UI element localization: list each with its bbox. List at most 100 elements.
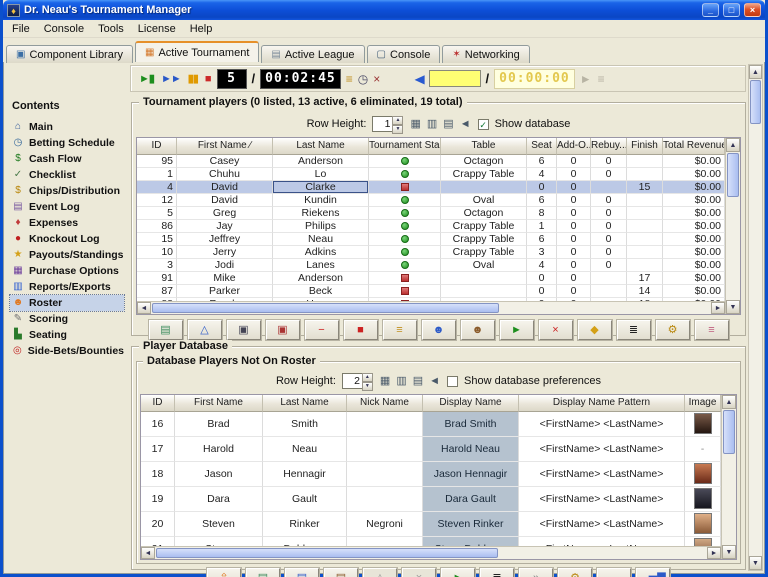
cell-display[interactable]: Dara Gault	[423, 487, 519, 512]
cell-revenue[interactable]: $0.00	[663, 233, 725, 246]
scroll-thumb[interactable]	[723, 410, 735, 454]
cell-last[interactable]: Anderson	[273, 272, 369, 285]
cell-image[interactable]	[685, 462, 721, 487]
cell-seat[interactable]: 0	[527, 272, 557, 285]
cell-rebuy[interactable]: 0	[591, 259, 627, 272]
stop-button[interactable]: ■	[203, 70, 213, 88]
cell-first[interactable]: Jay	[177, 220, 273, 233]
speaker-icon[interactable]: ◄	[459, 117, 472, 131]
spinner-down-icon[interactable]: ▼	[392, 125, 404, 134]
cell-addon[interactable]: 0	[557, 259, 591, 272]
scroll-track[interactable]	[749, 79, 762, 556]
sidebar-item-chips-distribution[interactable]: $ Chips/Distribution	[10, 183, 124, 199]
cell-id[interactable]: 87	[137, 285, 177, 298]
cell-last[interactable]: Kundin	[273, 194, 369, 207]
cell-seat[interactable]: 6	[527, 233, 557, 246]
cell-id[interactable]: 12	[137, 194, 177, 207]
cell-last[interactable]: Riekens	[273, 207, 369, 220]
cell-finish[interactable]	[627, 259, 663, 272]
cell-revenue[interactable]: $0.00	[663, 155, 725, 168]
cell-addon[interactable]: 0	[557, 246, 591, 259]
scroll-track[interactable]	[151, 302, 711, 314]
scroll-right-icon[interactable]: ►	[707, 547, 721, 559]
column-header-display-name[interactable]: Display Name	[423, 395, 519, 412]
spinner-buttons[interactable]: ▲ ▼	[392, 116, 404, 134]
sidebar-item-knockout-log[interactable]: ● Knockout Log	[10, 231, 124, 247]
cell-last[interactable]: Smith	[263, 412, 347, 437]
cell-image[interactable]	[685, 512, 721, 537]
cell-first[interactable]: Jerry	[177, 246, 273, 259]
cell-id[interactable]: 21	[141, 537, 175, 546]
cell-last[interactable]: Dahlman	[263, 537, 347, 546]
column-header-last-name[interactable]: Last Name	[263, 395, 347, 412]
cell-rebuy[interactable]	[591, 181, 627, 194]
import-folder-button[interactable]: ▬	[597, 568, 631, 577]
scroll-thumb[interactable]	[727, 153, 739, 197]
cell-id[interactable]: 20	[141, 512, 175, 537]
cell-first[interactable]: Harold	[175, 437, 263, 462]
cell-rebuy[interactable]: 0	[591, 155, 627, 168]
cell-addon[interactable]: 0	[557, 207, 591, 220]
column-header-finish[interactable]: Finish	[627, 138, 663, 155]
cell-rebuy[interactable]	[591, 285, 627, 298]
cell-rebuy[interactable]: 0	[591, 220, 627, 233]
statistics-button[interactable]: ▂▅▇	[636, 568, 670, 577]
cell-addon[interactable]: 0	[557, 155, 591, 168]
sidebar-item-checklist[interactable]: ✓ Checklist	[10, 167, 124, 183]
cell-nick[interactable]	[347, 537, 423, 546]
remove-player-button[interactable]: −	[304, 320, 339, 340]
cell-first[interactable]: Casey	[177, 155, 273, 168]
cell-addon[interactable]: 0	[557, 285, 591, 298]
unlock-button[interactable]: ⚙	[655, 320, 690, 340]
scroll-left-icon[interactable]: ◄	[141, 547, 155, 559]
cell-pattern[interactable]: <FirstName> <LastName>	[519, 437, 685, 462]
cell-status[interactable]	[369, 272, 441, 285]
payout-button[interactable]: ≡	[694, 320, 729, 340]
cell-table[interactable]: Crappy Table	[441, 220, 527, 233]
cell-last[interactable]: Neau	[273, 233, 369, 246]
close-button[interactable]: ×	[744, 3, 761, 17]
sidebar-item-payouts-standings[interactable]: ★ Payouts/Standings	[10, 247, 124, 263]
db-row-height-spinner[interactable]: 2 ▲ ▼	[341, 373, 373, 391]
cell-last[interactable]: Adkins	[273, 246, 369, 259]
compare-button[interactable]: △	[363, 568, 397, 577]
cell-id[interactable]: 1	[137, 168, 177, 181]
cell-finish[interactable]: 14	[627, 285, 663, 298]
seating-chart-button[interactable]: ▤	[148, 320, 183, 340]
cell-display[interactable]: Brad Smith	[423, 412, 519, 437]
cell-seat[interactable]: 3	[527, 246, 557, 259]
column-layout-icon[interactable]: ▥	[395, 374, 407, 388]
sidebar-item-expenses[interactable]: ♦ Expenses	[10, 215, 124, 231]
cell-revenue[interactable]: $0.00	[663, 272, 725, 285]
transfer-button[interactable]: »	[519, 568, 553, 577]
cell-rebuy[interactable]: 0	[591, 194, 627, 207]
spinner-up-icon[interactable]: ▲	[392, 116, 404, 125]
column-header-first-name[interactable]: First Name	[175, 395, 263, 412]
scroll-thumb[interactable]	[156, 548, 499, 558]
cell-seat[interactable]: 6	[527, 155, 557, 168]
cell-status[interactable]	[369, 259, 441, 272]
cell-rebuy[interactable]: 0	[591, 168, 627, 181]
cell-finish[interactable]	[627, 220, 663, 233]
column-header-add-o[interactable]: Add-O...	[557, 138, 591, 155]
cell-revenue[interactable]: $0.00	[663, 181, 725, 194]
row-height-value[interactable]: 1	[372, 116, 393, 132]
tab-active-tournament[interactable]: ▦ Active Tournament	[135, 41, 260, 62]
cell-pattern[interactable]: <FirstName> <LastName>	[519, 462, 685, 487]
copy-player-card-button[interactable]: ▤	[285, 568, 319, 577]
scroll-right-icon[interactable]: ►	[711, 302, 725, 314]
menu-file[interactable]: File	[5, 21, 37, 37]
title-bar[interactable]: ♦ Dr. Neau's Tournament Manager _ □ ×	[3, 0, 765, 20]
sidebar-item-betting-schedule[interactable]: ◷ Betting Schedule	[10, 135, 124, 151]
cell-display[interactable]: Steven Rinker	[423, 512, 519, 537]
cell-revenue[interactable]: $0.00	[663, 194, 725, 207]
cell-status[interactable]	[369, 207, 441, 220]
column-header-nick-name[interactable]: Nick Name	[347, 395, 423, 412]
export-player-card-button[interactable]: ▤	[324, 568, 358, 577]
cell-table[interactable]: Crappy Table	[441, 246, 527, 259]
cell-table[interactable]: Crappy Table	[441, 168, 527, 181]
cell-revenue[interactable]: $0.00	[663, 168, 725, 181]
cell-id[interactable]: 5	[137, 207, 177, 220]
activate-player-button[interactable]: ►	[499, 320, 534, 340]
cell-addon[interactable]: 0	[557, 272, 591, 285]
